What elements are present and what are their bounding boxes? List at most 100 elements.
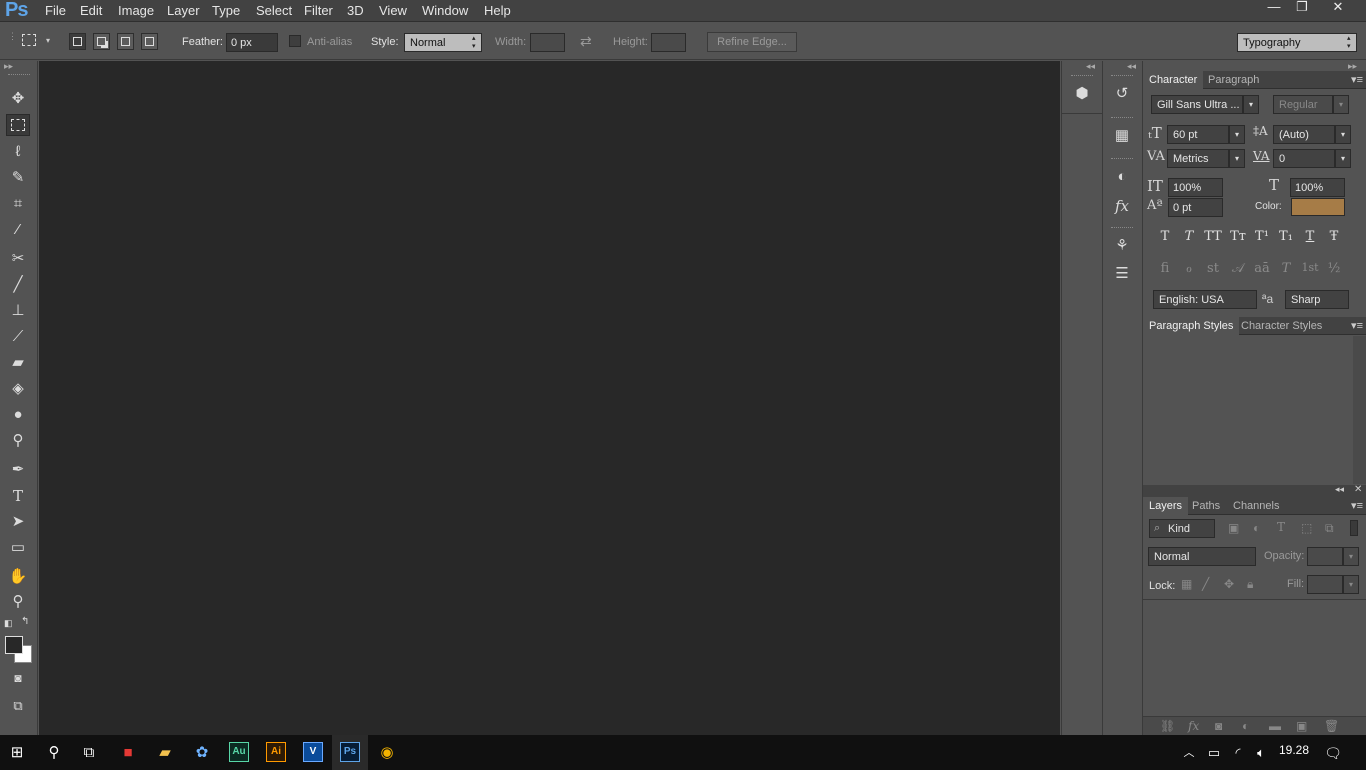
font-family-select[interactable]: Gill Sans Ultra ... (1151, 95, 1243, 114)
menu-filter[interactable]: Filter (304, 3, 333, 18)
tab-layers[interactable]: Layers (1143, 497, 1189, 515)
tab-paths[interactable]: Paths (1186, 497, 1226, 515)
subscript-button[interactable]: T₁ (1274, 229, 1298, 244)
notifications-icon[interactable]: 🗨︎ (1322, 742, 1344, 764)
move-tool-icon[interactable]: ✥ (6, 88, 30, 110)
superscript-button[interactable]: T¹ (1250, 229, 1274, 244)
restore-button[interactable]: ❐ (1288, 0, 1316, 16)
fill-dropdown-icon[interactable]: ▾ (1343, 575, 1359, 594)
adjustment-layer-icon[interactable]: ◐ (1242, 719, 1249, 733)
baseline-shift-input[interactable]: 0 pt (1168, 198, 1223, 217)
small-caps-button[interactable]: Tт (1226, 229, 1250, 244)
eyedropper-tool-icon[interactable]: ⁄ (6, 219, 30, 241)
clock[interactable]: 19.28 (1279, 743, 1309, 757)
tab-channels[interactable]: Channels (1227, 497, 1285, 515)
feather-input[interactable]: 0 px (226, 33, 278, 52)
kerning-select[interactable]: Metrics (1167, 149, 1229, 168)
width-input[interactable] (530, 33, 565, 52)
ordinals-button[interactable]: 1st (1298, 261, 1322, 274)
menu-select[interactable]: Select (256, 3, 292, 18)
styles-panel-menu-icon[interactable]: ▾≡ (1351, 319, 1363, 332)
dodge-tool-icon[interactable]: ⚲ (6, 430, 30, 452)
refine-edge-button[interactable]: Refine Edge... (707, 32, 797, 52)
blur-tool-icon[interactable]: ● (6, 404, 30, 426)
screen-mode-icon[interactable]: ⧉ (6, 695, 30, 717)
antialias-method-select[interactable]: Sharp (1285, 290, 1349, 309)
menu-edit[interactable]: Edit (80, 3, 102, 18)
blend-mode-select[interactable]: Normal (1148, 547, 1256, 566)
type-filter-icon[interactable]: T (1277, 520, 1285, 534)
text-color-swatch[interactable] (1291, 198, 1345, 216)
menu-help[interactable]: Help (484, 3, 511, 18)
layers-panel-menu-icon[interactable]: ▾≡ (1351, 499, 1363, 512)
history-panel-icon[interactable]: ↺ (1110, 83, 1134, 105)
styles-scrollbar[interactable] (1353, 336, 1366, 484)
styles-panel-icon[interactable]: fx (1110, 195, 1134, 217)
type-tool-icon[interactable]: T (6, 485, 30, 507)
tracking-dropdown-icon[interactable]: ▾ (1335, 149, 1351, 168)
lock-transparency-icon[interactable]: ▦ (1181, 577, 1192, 591)
search-icon[interactable]: ⚲ (43, 742, 65, 764)
layer-mask-icon[interactable]: ◙ (1215, 719, 1222, 733)
swap-colors-icon[interactable]: ↰ (21, 616, 29, 627)
adjustment-filter-icon[interactable]: ◐ (1253, 521, 1260, 535)
show-hidden-icons-icon[interactable]: ︿ (1178, 742, 1200, 764)
opacity-dropdown-icon[interactable]: ▾ (1343, 547, 1359, 566)
battery-icon[interactable]: ▭ (1203, 742, 1225, 764)
lock-position-icon[interactable]: ✥ (1224, 577, 1234, 591)
menu-image[interactable]: Image (118, 3, 154, 18)
menu-3d[interactable]: 3D (347, 3, 364, 18)
shape-filter-icon[interactable]: ⬚ (1301, 521, 1312, 535)
font-style-select[interactable]: Regular (1273, 95, 1333, 114)
canvas-area[interactable] (39, 61, 1060, 735)
leading-dropdown-icon[interactable]: ▾ (1335, 125, 1351, 144)
menu-view[interactable]: View (379, 3, 407, 18)
leading-input[interactable]: (Auto) (1273, 125, 1335, 144)
collapse-dock2-icon[interactable]: ◂◂ (1127, 61, 1136, 72)
alt-ligatures-button[interactable]: ℴ (1177, 261, 1201, 276)
opacity-input[interactable] (1307, 547, 1343, 566)
filter-toggle[interactable] (1350, 520, 1358, 536)
path-selection-tool-icon[interactable]: ➤ (6, 511, 30, 533)
brush-presets-icon[interactable]: ⚘ (1110, 235, 1134, 257)
3d-panel-icon[interactable]: ⬢ (1070, 83, 1094, 105)
healing-brush-tool-icon[interactable]: ✂ (6, 248, 30, 270)
swap-icon[interactable]: ⇄ (580, 33, 592, 50)
delete-layer-icon[interactable]: 🗑︎ (1324, 719, 1339, 733)
paint-bucket-tool-icon[interactable]: ◈ (6, 378, 30, 400)
rectangle-tool-icon[interactable]: ▭ (6, 537, 30, 559)
ligatures-button[interactable]: fi (1153, 261, 1177, 276)
tab-character[interactable]: Character (1143, 71, 1204, 89)
collapse-tools-icon[interactable]: ▸▸ (4, 61, 13, 72)
smart-object-filter-icon[interactable]: ⧉ (1325, 521, 1334, 536)
marquee-tool-icon[interactable] (6, 114, 30, 136)
faux-italic-button[interactable]: T (1177, 229, 1201, 244)
tab-paragraph-styles[interactable]: Paragraph Styles (1143, 317, 1240, 335)
pen-tool-icon[interactable]: ✒ (6, 459, 30, 481)
paint-app-icon[interactable]: ✿ (191, 742, 213, 764)
minimize-button[interactable]: — (1260, 0, 1288, 16)
menu-file[interactable]: File (45, 3, 66, 18)
pixel-filter-icon[interactable]: ▣ (1228, 521, 1239, 535)
link-layers-icon[interactable]: ⛓ (1160, 719, 1175, 733)
font-size-dropdown-icon[interactable]: ▾ (1229, 125, 1245, 144)
height-input[interactable] (651, 33, 686, 52)
kerning-dropdown-icon[interactable]: ▾ (1229, 149, 1245, 168)
workspace-select[interactable]: Typography (1237, 33, 1357, 52)
file-explorer-icon[interactable]: ▰ (154, 742, 176, 764)
layer-filter-select[interactable]: ⌕ Kind (1149, 519, 1215, 538)
new-layer-icon[interactable]: ▣ (1296, 719, 1307, 733)
rect-marquee-preset-icon[interactable] (22, 34, 36, 46)
menu-window[interactable]: Window (422, 3, 468, 18)
adjustments-panel-icon[interactable]: ◐ (1110, 166, 1134, 188)
tool-presets-icon[interactable]: ☰ (1110, 263, 1134, 285)
volume-icon[interactable]: 🔈︎ (1250, 742, 1272, 764)
character-panel-menu-icon[interactable]: ▾≡ (1351, 73, 1363, 86)
lasso-tool-icon[interactable]: ℓ (6, 141, 30, 163)
clone-stamp-tool-icon[interactable]: ⊥ (6, 300, 30, 322)
font-style-dropdown-icon[interactable]: ▾ (1333, 95, 1349, 114)
hand-tool-icon[interactable]: ✋ (6, 566, 30, 588)
wifi-icon[interactable]: ◜ (1227, 742, 1249, 764)
style-select[interactable]: Normal (404, 33, 482, 52)
fill-input[interactable] (1307, 575, 1343, 594)
